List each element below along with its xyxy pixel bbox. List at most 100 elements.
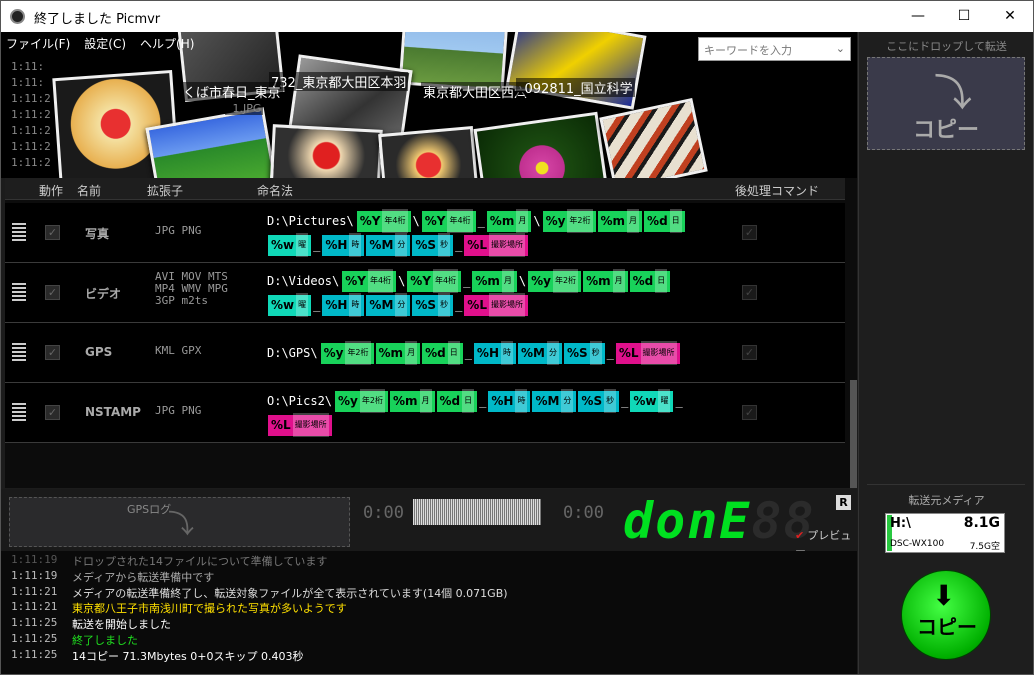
naming-token[interactable]: %y 年2桁 <box>335 389 388 413</box>
naming-token[interactable]: %H 時 <box>322 233 365 257</box>
naming-token[interactable]: %Y 年4桁 <box>421 209 476 233</box>
post-command-checkbox[interactable]: ✓ <box>742 345 757 360</box>
drag-handle-icon[interactable] <box>12 223 26 243</box>
naming-pattern[interactable]: D:\Videos\ %Y 年4桁 \ %Y 年4桁 _ %m 月 \ %y 年2桁 %m 月 %d 日 %w 曜… <box>267 269 747 317</box>
naming-token[interactable]: %w 曜 <box>268 233 312 257</box>
naming-token[interactable]: %m 月 <box>597 209 643 233</box>
naming-token[interactable]: %M 分 <box>518 341 562 365</box>
naming-token[interactable]: %w 曜 <box>630 389 674 413</box>
menu-settings[interactable]: 設定(C) <box>81 33 129 53</box>
naming-token[interactable]: %L 撮影場所 <box>464 233 528 257</box>
grid-scrollbar[interactable] <box>850 380 857 488</box>
naming-token[interactable]: %S 秒 <box>412 293 454 317</box>
naming-path: D:\Videos\ <box>267 274 340 288</box>
rule-name: 写真 <box>85 227 110 241</box>
token-code: %w <box>271 298 295 312</box>
naming-token[interactable]: %y 年2桁 <box>528 269 582 293</box>
naming-token[interactable]: %H 時 <box>473 341 516 365</box>
naming-token[interactable]: %Y 年4桁 <box>342 269 397 293</box>
action-checkbox[interactable]: ✓ <box>45 405 60 420</box>
naming-token[interactable]: %d 日 <box>422 341 463 365</box>
naming-token[interactable]: %M 分 <box>532 389 577 413</box>
naming-token[interactable]: %m 月 <box>389 389 435 413</box>
naming-token[interactable]: %S 秒 <box>563 341 605 365</box>
title-bar: 終了しました Picmvr — ☐ ✕ <box>1 1 1033 32</box>
naming-token[interactable]: %L 撮影場所 <box>615 341 680 365</box>
maximize-button[interactable]: ☐ <box>941 1 987 32</box>
rules-grid: 動作 名前 拡張子 命名法 後処理コマンド ✓ 写真 JPG PNG D:\Pictu… <box>5 178 857 488</box>
naming-pattern[interactable]: O:\Pics2\ %y 年2桁 %m 月 %d 日 _ %H 時 %M 分 %S 秒 _ %w 曜 _ %L 撮影場… <box>267 389 747 437</box>
naming-token[interactable]: %S 秒 <box>578 389 620 413</box>
chevron-down-icon[interactable]: ⌄ <box>836 42 845 55</box>
post-command-checkbox[interactable]: ✓ <box>742 285 757 300</box>
token-code: %m <box>392 394 418 408</box>
log-entry: 1:11:21 メディアの転送準備終了し、転送対象ファイルが全て表示されています(… <box>1 585 857 601</box>
action-checkbox[interactable]: ✓ <box>45 285 60 300</box>
table-row[interactable]: ✓ GPS KML GPX D:\GPS\ %y 年2桁 %m 月 %d 日 _ %H 時 %M 分 %S 秒 _… <box>5 323 845 383</box>
naming-separator: _ <box>455 298 463 312</box>
table-row[interactable]: ✓ NSTAMP JPG PNG O:\Pics2\ %y 年2桁 %m 月 %d 日 _ %H 時 %M… <box>5 383 845 443</box>
post-command-checkbox[interactable]: ✓ <box>742 405 757 420</box>
naming-path: D:\Pictures\ <box>267 214 354 228</box>
token-label: 撮影場所 <box>488 233 525 257</box>
naming-token[interactable]: %m 月 <box>375 341 421 365</box>
rule-name: ビデオ <box>85 287 122 301</box>
token-code: %S <box>415 298 437 312</box>
naming-token[interactable]: %Y 年4桁 <box>356 209 411 233</box>
naming-token[interactable]: %y 年2桁 <box>320 341 374 365</box>
minimize-button[interactable]: — <box>895 1 941 32</box>
naming-pattern[interactable]: D:\GPS\ %y 年2桁 %m 月 %d 日 _ %H 時 %M 分 %S 秒 _ %L 撮影場所 <box>267 341 747 365</box>
keyword-search-combo[interactable]: キーワードを入力 ⌄ <box>698 37 851 61</box>
naming-pattern[interactable]: D:\Pictures\ %Y 年4桁 \ %Y 年4桁 _ %m 月 \ %y 年2桁 %m 月 %d 日%… <box>267 209 747 257</box>
naming-token[interactable]: %w 曜 <box>268 293 312 317</box>
drag-handle-icon[interactable] <box>12 343 26 363</box>
menu-help[interactable]: ヘルプ(H) <box>137 33 197 53</box>
naming-token[interactable]: %L 撮影場所 <box>268 413 332 437</box>
table-row[interactable]: ✓ ビデオ AVI MOV MTS MP4 WMV MPG 3GP m2ts D:\Vid… <box>5 263 845 323</box>
drag-handle-icon[interactable] <box>12 403 26 423</box>
naming-token[interactable]: %m 月 <box>486 209 532 233</box>
naming-token[interactable]: %m 月 <box>472 269 517 293</box>
naming-token[interactable]: %d 日 <box>436 389 478 413</box>
naming-token[interactable]: %M 分 <box>366 233 411 257</box>
table-row[interactable]: ✓ 写真 JPG PNG D:\Pictures\ %Y 年4桁 \ %Y 年4桁 _ %m 月 \ %y… <box>5 203 845 263</box>
token-code: %M <box>521 346 545 360</box>
naming-token[interactable]: %y 年2桁 <box>542 209 596 233</box>
naming-token[interactable]: %H 時 <box>488 389 531 413</box>
token-code: %H <box>476 346 499 360</box>
r-badge[interactable]: R <box>836 495 851 510</box>
extension-line: JPG PNG <box>155 404 202 417</box>
naming-token[interactable]: %d 日 <box>629 269 671 293</box>
token-code: %M <box>535 394 560 408</box>
header-naming: 命名法 <box>257 184 294 198</box>
token-label: 秒 <box>589 341 602 365</box>
naming-token[interactable]: %S 秒 <box>412 233 454 257</box>
naming-separator: _ <box>477 214 485 228</box>
source-media-title: 転送元メディア <box>908 494 985 507</box>
token-label: 秒 <box>438 293 451 317</box>
gps-log-drop-zone[interactable]: GPSログ ⤵ <box>9 497 350 547</box>
log-entry: 1:11:25 終了しました <box>1 632 857 648</box>
naming-token[interactable]: %m 月 <box>583 269 628 293</box>
naming-separator: \ <box>412 214 420 228</box>
copy-button[interactable]: ⬇ コピー <box>901 570 991 660</box>
naming-token[interactable]: %M 分 <box>366 293 411 317</box>
drop-copy-zone[interactable]: ⤵ コピー <box>867 57 1025 150</box>
window-title: 終了しました Picmvr <box>34 12 161 27</box>
naming-token[interactable]: %Y 年4桁 <box>407 269 462 293</box>
close-button[interactable]: ✕ <box>987 1 1033 32</box>
token-code: %L <box>271 418 291 432</box>
naming-token[interactable]: %H 時 <box>322 293 365 317</box>
drag-handle-icon[interactable] <box>12 283 26 303</box>
action-checkbox[interactable]: ✓ <box>45 225 60 240</box>
naming-line: %w 曜 _ %H 時 %M 分 %S 秒 _ %L 撮影場所 <box>267 233 747 257</box>
media-card[interactable]: H:\ 8.1G DSC-WX100 7.5G空 <box>885 513 1005 553</box>
action-checkbox[interactable]: ✓ <box>45 345 60 360</box>
naming-token[interactable]: %L 撮影場所 <box>464 293 528 317</box>
log-time: 1:11:25 <box>11 616 58 630</box>
naming-token[interactable]: %d 日 <box>644 209 685 233</box>
token-code: %m <box>475 274 500 288</box>
photo-thumbnail <box>473 111 610 178</box>
post-command-checkbox[interactable]: ✓ <box>742 225 757 240</box>
menu-file[interactable]: ファイル(F) <box>3 33 73 53</box>
